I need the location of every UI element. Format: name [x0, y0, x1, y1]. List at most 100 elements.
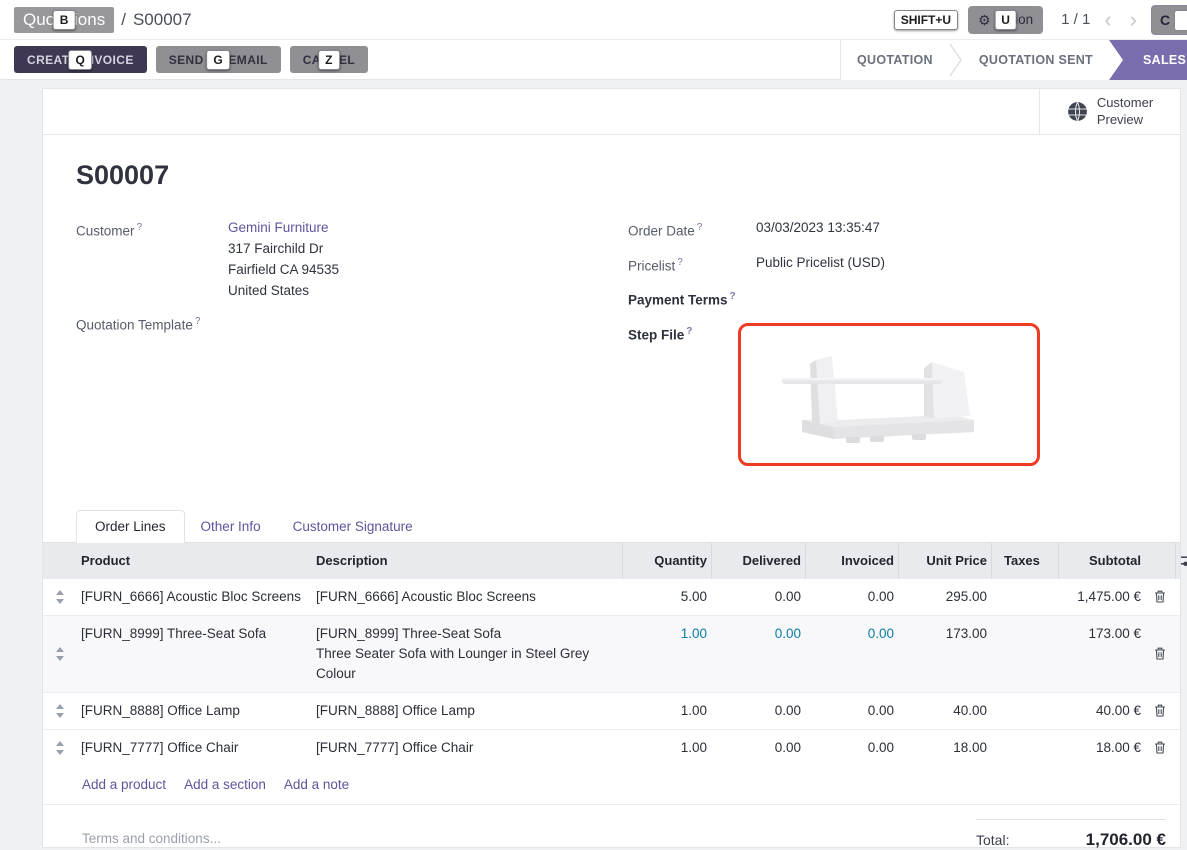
order-lines-table: Product Description Quantity Delivered I… — [43, 543, 1180, 805]
delete-row-button[interactable] — [1145, 730, 1175, 766]
hint-badge-action: U — [994, 10, 1017, 30]
cell-taxes[interactable] — [991, 730, 1058, 766]
pricelist-value[interactable]: Public Pricelist (USD) — [756, 252, 885, 273]
pricelist-field: Pricelist? Public Pricelist (USD) — [628, 252, 1147, 277]
statusbar-step-quotation[interactable]: QUOTATION — [841, 40, 949, 80]
delete-row-button[interactable] — [1145, 579, 1175, 615]
statusbar: QUOTATION QUOTATION SENTSALES ORDER — [840, 40, 1187, 80]
header-delivered: Delivered — [711, 543, 805, 579]
row-drag-handle[interactable] — [43, 730, 77, 766]
description-line: [FURN_8888] Office Lamp — [316, 701, 618, 721]
step-file-image[interactable] — [738, 323, 1040, 466]
pager-next-icon[interactable]: › — [1126, 9, 1141, 31]
cell-product[interactable]: [FURN_8999] Three-Seat Sofa — [77, 616, 312, 692]
link-add-a-note[interactable]: Add a note — [284, 777, 349, 792]
link-add-a-product[interactable]: Add a product — [82, 777, 166, 792]
cell-unit-price[interactable]: 295.00 — [898, 579, 991, 615]
form-sheet: Customer Preview S00007 Customer? Gemini… — [42, 88, 1181, 848]
breadcrumb: Quotations B / S00007 — [14, 7, 192, 33]
cell-quantity[interactable]: 1.00 — [622, 693, 711, 729]
help-icon: ? — [697, 222, 703, 233]
terms-placeholder[interactable]: Terms and conditions... — [82, 831, 221, 850]
cell-subtotal[interactable]: 173.00 € — [1058, 616, 1145, 692]
cell-description[interactable]: [FURN_6666] Acoustic Bloc Screens — [312, 579, 622, 615]
row-spacer — [1175, 616, 1183, 692]
trash-icon — [1154, 647, 1166, 660]
edge-button-label: C — [1160, 12, 1170, 28]
optional-columns-button[interactable] — [1175, 543, 1187, 579]
description-line: [FURN_8999] Three-Seat Sofa — [316, 624, 618, 644]
customer-link[interactable]: Gemini Furniture — [228, 220, 329, 235]
cell-invoiced[interactable]: 0.00 — [805, 579, 898, 615]
top-navbar: Quotations B / S00007 SHIFT+U ⚙ Action U… — [0, 0, 1187, 40]
cell-quantity[interactable]: 5.00 — [622, 579, 711, 615]
cell-subtotal[interactable]: 18.00 € — [1058, 730, 1145, 766]
row-drag-handle[interactable] — [43, 579, 77, 615]
quotation-template-field[interactable]: Quotation Template? — [76, 311, 628, 336]
delete-row-button[interactable] — [1145, 616, 1175, 692]
cell-invoiced[interactable]: 0.00 — [805, 693, 898, 729]
row-drag-handle[interactable] — [43, 616, 77, 692]
cell-quantity[interactable]: 1.00 — [622, 616, 711, 692]
drag-handle-icon — [55, 590, 65, 604]
cell-invoiced[interactable]: 0.00 — [805, 730, 898, 766]
cell-description[interactable]: [FURN_8888] Office Lamp — [312, 693, 622, 729]
cell-delivered[interactable]: 0.00 — [711, 693, 805, 729]
statusbar-step-quotation-sent[interactable]: QUOTATION SENT — [963, 40, 1109, 80]
tab-customer-signature[interactable]: Customer Signature — [277, 511, 429, 542]
cell-unit-price[interactable]: 40.00 — [898, 693, 991, 729]
description-line: [FURN_7777] Office Chair — [316, 738, 618, 758]
hint-badge-edge — [1174, 10, 1187, 31]
order-date-value[interactable]: 03/03/2023 13:35:47 — [756, 217, 880, 238]
cell-subtotal[interactable]: 40.00 € — [1058, 693, 1145, 729]
header-subtotal: Subtotal — [1058, 543, 1145, 579]
cell-description[interactable]: [FURN_7777] Office Chair — [312, 730, 622, 766]
statusbar-chevron-icon — [949, 40, 963, 80]
cell-unit-price[interactable]: 173.00 — [898, 616, 991, 692]
delete-row-button[interactable] — [1145, 693, 1175, 729]
cell-delivered[interactable]: 0.00 — [711, 579, 805, 615]
cell-delivered[interactable]: 0.00 — [711, 616, 805, 692]
tab-other-info[interactable]: Other Info — [185, 511, 277, 542]
cell-subtotal[interactable]: 1,475.00 € — [1058, 579, 1145, 615]
row-drag-handle[interactable] — [43, 693, 77, 729]
send-by-email-button[interactable]: SEND BY EMAIL G — [156, 46, 281, 73]
cancel-button[interactable]: CANCEL Z — [290, 46, 368, 73]
pager-previous-icon[interactable]: ‹ — [1100, 9, 1115, 31]
hint-badge-create-invoice: Q — [68, 50, 92, 70]
customer-preview-button[interactable]: Customer Preview — [1039, 89, 1180, 134]
cell-taxes[interactable] — [991, 693, 1058, 729]
table-row: [FURN_8888] Office Lamp[FURN_8888] Offic… — [43, 692, 1180, 729]
cell-taxes[interactable] — [991, 616, 1058, 692]
payment-terms-label: Payment Terms? — [628, 286, 756, 311]
cell-product[interactable]: [FURN_6666] Acoustic Bloc Screens — [77, 579, 312, 615]
row-spacer — [1175, 579, 1183, 615]
quotation-template-label: Quotation Template? — [76, 311, 228, 336]
tab-order-lines[interactable]: Order Lines — [76, 510, 185, 543]
step-file-3d-part — [774, 342, 1004, 447]
statusbar-step-sales-order[interactable]: SALES ORDER — [1109, 40, 1187, 80]
cell-taxes[interactable] — [991, 579, 1058, 615]
cell-product[interactable]: [FURN_7777] Office Chair — [77, 730, 312, 766]
breadcrumb-record: S00007 — [133, 10, 192, 30]
total-label: Total: — [976, 832, 1009, 848]
notebook-tabs: Order Lines Other Info Customer Signatur… — [43, 510, 1180, 543]
cell-invoiced[interactable]: 0.00 — [805, 616, 898, 692]
breadcrumb-quotations-link[interactable]: Quotations B — [14, 7, 114, 33]
cell-delivered[interactable]: 0.00 — [711, 730, 805, 766]
customer-preview-label: Customer Preview — [1097, 95, 1153, 129]
cell-description[interactable]: [FURN_8999] Three-Seat SofaThree Seater … — [312, 616, 622, 692]
cell-unit-price[interactable]: 18.00 — [898, 730, 991, 766]
cell-product[interactable]: [FURN_8888] Office Lamp — [77, 693, 312, 729]
action-menu-button[interactable]: ⚙ Action U — [968, 6, 1043, 34]
header-invoiced: Invoiced — [805, 543, 898, 579]
header-product: Product — [77, 543, 312, 579]
table-body: [FURN_6666] Acoustic Bloc Screens[FURN_6… — [43, 579, 1180, 766]
create-invoice-button[interactable]: CREATE INVOICE Q — [14, 46, 147, 73]
cell-quantity[interactable]: 1.00 — [622, 730, 711, 766]
totals-block: Total: 1,706.00 € — [976, 819, 1166, 850]
payment-terms-field: Payment Terms? — [628, 286, 1147, 311]
edge-truncated-button[interactable]: C — [1151, 5, 1187, 35]
header-unit-price: Unit Price — [898, 543, 991, 579]
link-add-a-section[interactable]: Add a section — [184, 777, 266, 792]
